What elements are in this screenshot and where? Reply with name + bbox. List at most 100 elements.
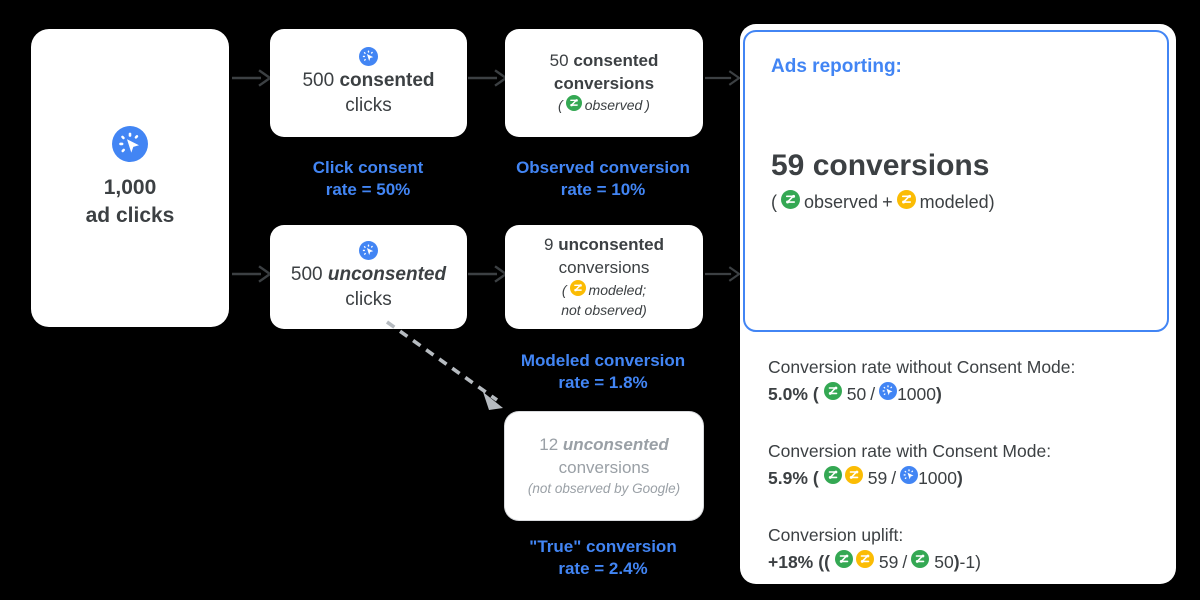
calc-divider: / xyxy=(902,552,908,573)
arrow-to-unconsented-conversions xyxy=(468,265,508,283)
consented-conversions-note: ( observed) xyxy=(558,95,650,116)
analytics-green-icon xyxy=(834,548,853,576)
label-true-conversion-rate: "True" conversion rate = 2.4% xyxy=(503,536,703,580)
subline-modeled-text: modeled) xyxy=(920,192,995,213)
ad-clicks-label: ad clicks xyxy=(85,204,175,227)
ads-reporting-title: Ads reporting: xyxy=(771,56,902,77)
click-consent-rate-prefix: rate = xyxy=(325,179,377,199)
card-ad-clicks: 1,000 ad clicks xyxy=(31,29,229,327)
calc-open-paren: (( xyxy=(818,552,830,573)
unconsented-conversions-note: ( modeled; xyxy=(562,280,646,301)
modeled-conversion-rate-line1: Modeled conversion xyxy=(520,351,686,370)
subline-open-paren: ( xyxy=(771,191,777,212)
calc-tail: -1) xyxy=(959,552,981,573)
modeled-conversion-rate-value: 1.8% xyxy=(608,372,648,392)
analytics-yellow-icon xyxy=(844,464,863,492)
calc-conversion-uplift: Conversion uplift: +18% ((59 / 50) -1) xyxy=(768,522,1168,576)
consented-clicks-value: 500 xyxy=(302,70,335,92)
ad-click-icon xyxy=(359,47,378,67)
ad-click-icon xyxy=(112,125,148,162)
calc-title: Conversion rate with Consent Mode: xyxy=(768,441,1052,461)
ads-reporting-subline: ( observed + modeled) xyxy=(771,190,995,214)
consented-clicks-label: clicks xyxy=(345,95,392,116)
subline-modeled-word: modeled xyxy=(919,191,989,212)
analytics-green-icon xyxy=(565,95,582,116)
true-conversion-rate-prefix: rate = xyxy=(558,558,609,578)
analytics-green-icon xyxy=(911,548,930,576)
calc-percent: 5.9% xyxy=(768,468,808,489)
unconsented-clicks-emphasis: unconsented xyxy=(327,264,447,286)
diagram-canvas: 1,000 ad clicks 500 consented clicks 500… xyxy=(0,0,1200,600)
card-consented-conversions: 50 consented conversions ( observed) xyxy=(505,29,703,137)
arrow-to-consented-clicks xyxy=(232,69,272,87)
true-conversions-line1: 12 unconsented xyxy=(539,434,668,457)
label-observed-conversion-rate: Observed conversion rate = 10% xyxy=(503,157,703,201)
note-open-paren: ( xyxy=(558,97,563,114)
note-text: modeled; xyxy=(588,282,647,299)
analytics-green-icon xyxy=(823,464,842,492)
calc-cr-with-consent-mode: Conversion rate with Consent Mode: 5.9% … xyxy=(768,438,1168,492)
note-close-paren: ) xyxy=(645,97,650,114)
arrow-to-unconsented-clicks xyxy=(232,265,272,283)
arrow-dashed-to-true-conversions xyxy=(385,320,503,410)
true-conversion-rate-line2: rate = 2.4% xyxy=(503,558,703,580)
true-conversion-rate-line1: "True" conversion xyxy=(529,537,677,556)
calc-close-paren: ) xyxy=(957,468,963,489)
ad-click-icon xyxy=(879,380,898,408)
note-text: observed xyxy=(584,97,643,114)
unconsented-clicks-line1: 500 unconsented xyxy=(291,263,446,288)
calc-value: 5.9% (59 / 1000) xyxy=(768,464,1168,492)
calc-title: Conversion uplift: xyxy=(768,525,904,545)
calc-divider: / xyxy=(870,384,876,405)
calc-open-paren: ( xyxy=(812,384,819,405)
arrow-to-ads-reporting-top xyxy=(705,70,741,86)
ad-click-icon xyxy=(359,241,378,261)
observed-conversion-rate-prefix: rate = xyxy=(560,179,612,199)
calc-numerator: 59 xyxy=(878,552,899,573)
true-conversions-value: 12 xyxy=(539,434,559,454)
modeled-conversion-rate-prefix: rate = xyxy=(558,372,609,392)
calc-numerator: 50 xyxy=(846,384,867,405)
unconsented-conversions-emphasis: unconsented xyxy=(558,235,664,255)
true-conversion-rate-value: 2.4% xyxy=(608,558,648,578)
ad-click-icon xyxy=(900,464,919,492)
consented-clicks-emphasis: consented xyxy=(339,70,435,92)
analytics-yellow-icon xyxy=(896,190,916,214)
ads-reporting-panel: Ads reporting: 59 conversions ( observed… xyxy=(740,24,1176,584)
calc-percent: +18% xyxy=(768,552,814,573)
unconsented-conversions-line1: 9 unconsented xyxy=(544,234,664,257)
subline-close-paren: ) xyxy=(988,191,995,212)
calc-divider: / xyxy=(891,468,897,489)
observed-conversion-rate-line2: rate = 10% xyxy=(503,179,703,201)
arrow-to-ads-reporting-bottom xyxy=(705,266,741,282)
note-open-paren: ( xyxy=(561,282,567,299)
consented-conversions-label: conversions xyxy=(553,73,655,93)
consented-clicks-line1: 500 consented xyxy=(302,69,434,94)
consented-conversions-line1: 50 consented xyxy=(550,50,659,73)
consented-conversions-value: 50 xyxy=(549,50,569,70)
true-conversions-label: conversions xyxy=(558,457,650,477)
calc-open-paren: ( xyxy=(812,468,819,489)
ads-reporting-card: Ads reporting: 59 conversions ( observed… xyxy=(743,30,1169,332)
subline-plus: + xyxy=(882,191,893,212)
label-click-consent-rate: Click consent rate = 50% xyxy=(268,157,468,201)
click-consent-rate-line1: Click consent xyxy=(312,158,424,177)
ad-clicks-value: 1,000 xyxy=(103,175,157,199)
analytics-green-icon xyxy=(781,190,800,214)
calc-cr-without-consent-mode: Conversion rate without Consent Mode: 5.… xyxy=(768,354,1168,408)
card-true-unconsented-conversions: 12 unconsented conversions (not observed… xyxy=(505,412,703,520)
ads-reporting-headline: 59 conversions xyxy=(771,149,990,182)
true-conversions-note: (not observed by Google) xyxy=(527,480,681,496)
arrow-to-consented-conversions xyxy=(468,69,508,87)
observed-conversion-rate-value: 10% xyxy=(611,179,646,199)
label-modeled-conversion-rate: Modeled conversion rate = 1.8% xyxy=(503,350,703,394)
calc-numerator: 59 xyxy=(867,468,888,489)
analytics-yellow-icon xyxy=(569,280,586,301)
card-unconsented-conversions: 9 unconsented conversions ( modeled; not… xyxy=(505,225,703,329)
unconsented-conversions-note-line2: not observed) xyxy=(561,301,647,318)
calc-title: Conversion rate without Consent Mode: xyxy=(768,357,1076,377)
calc-denominator: 1000 xyxy=(918,468,957,489)
analytics-yellow-icon xyxy=(855,548,874,576)
unconsented-clicks-value: 500 xyxy=(290,264,323,286)
calc-value: 5.0% ( 50 / 1000) xyxy=(768,380,1168,408)
